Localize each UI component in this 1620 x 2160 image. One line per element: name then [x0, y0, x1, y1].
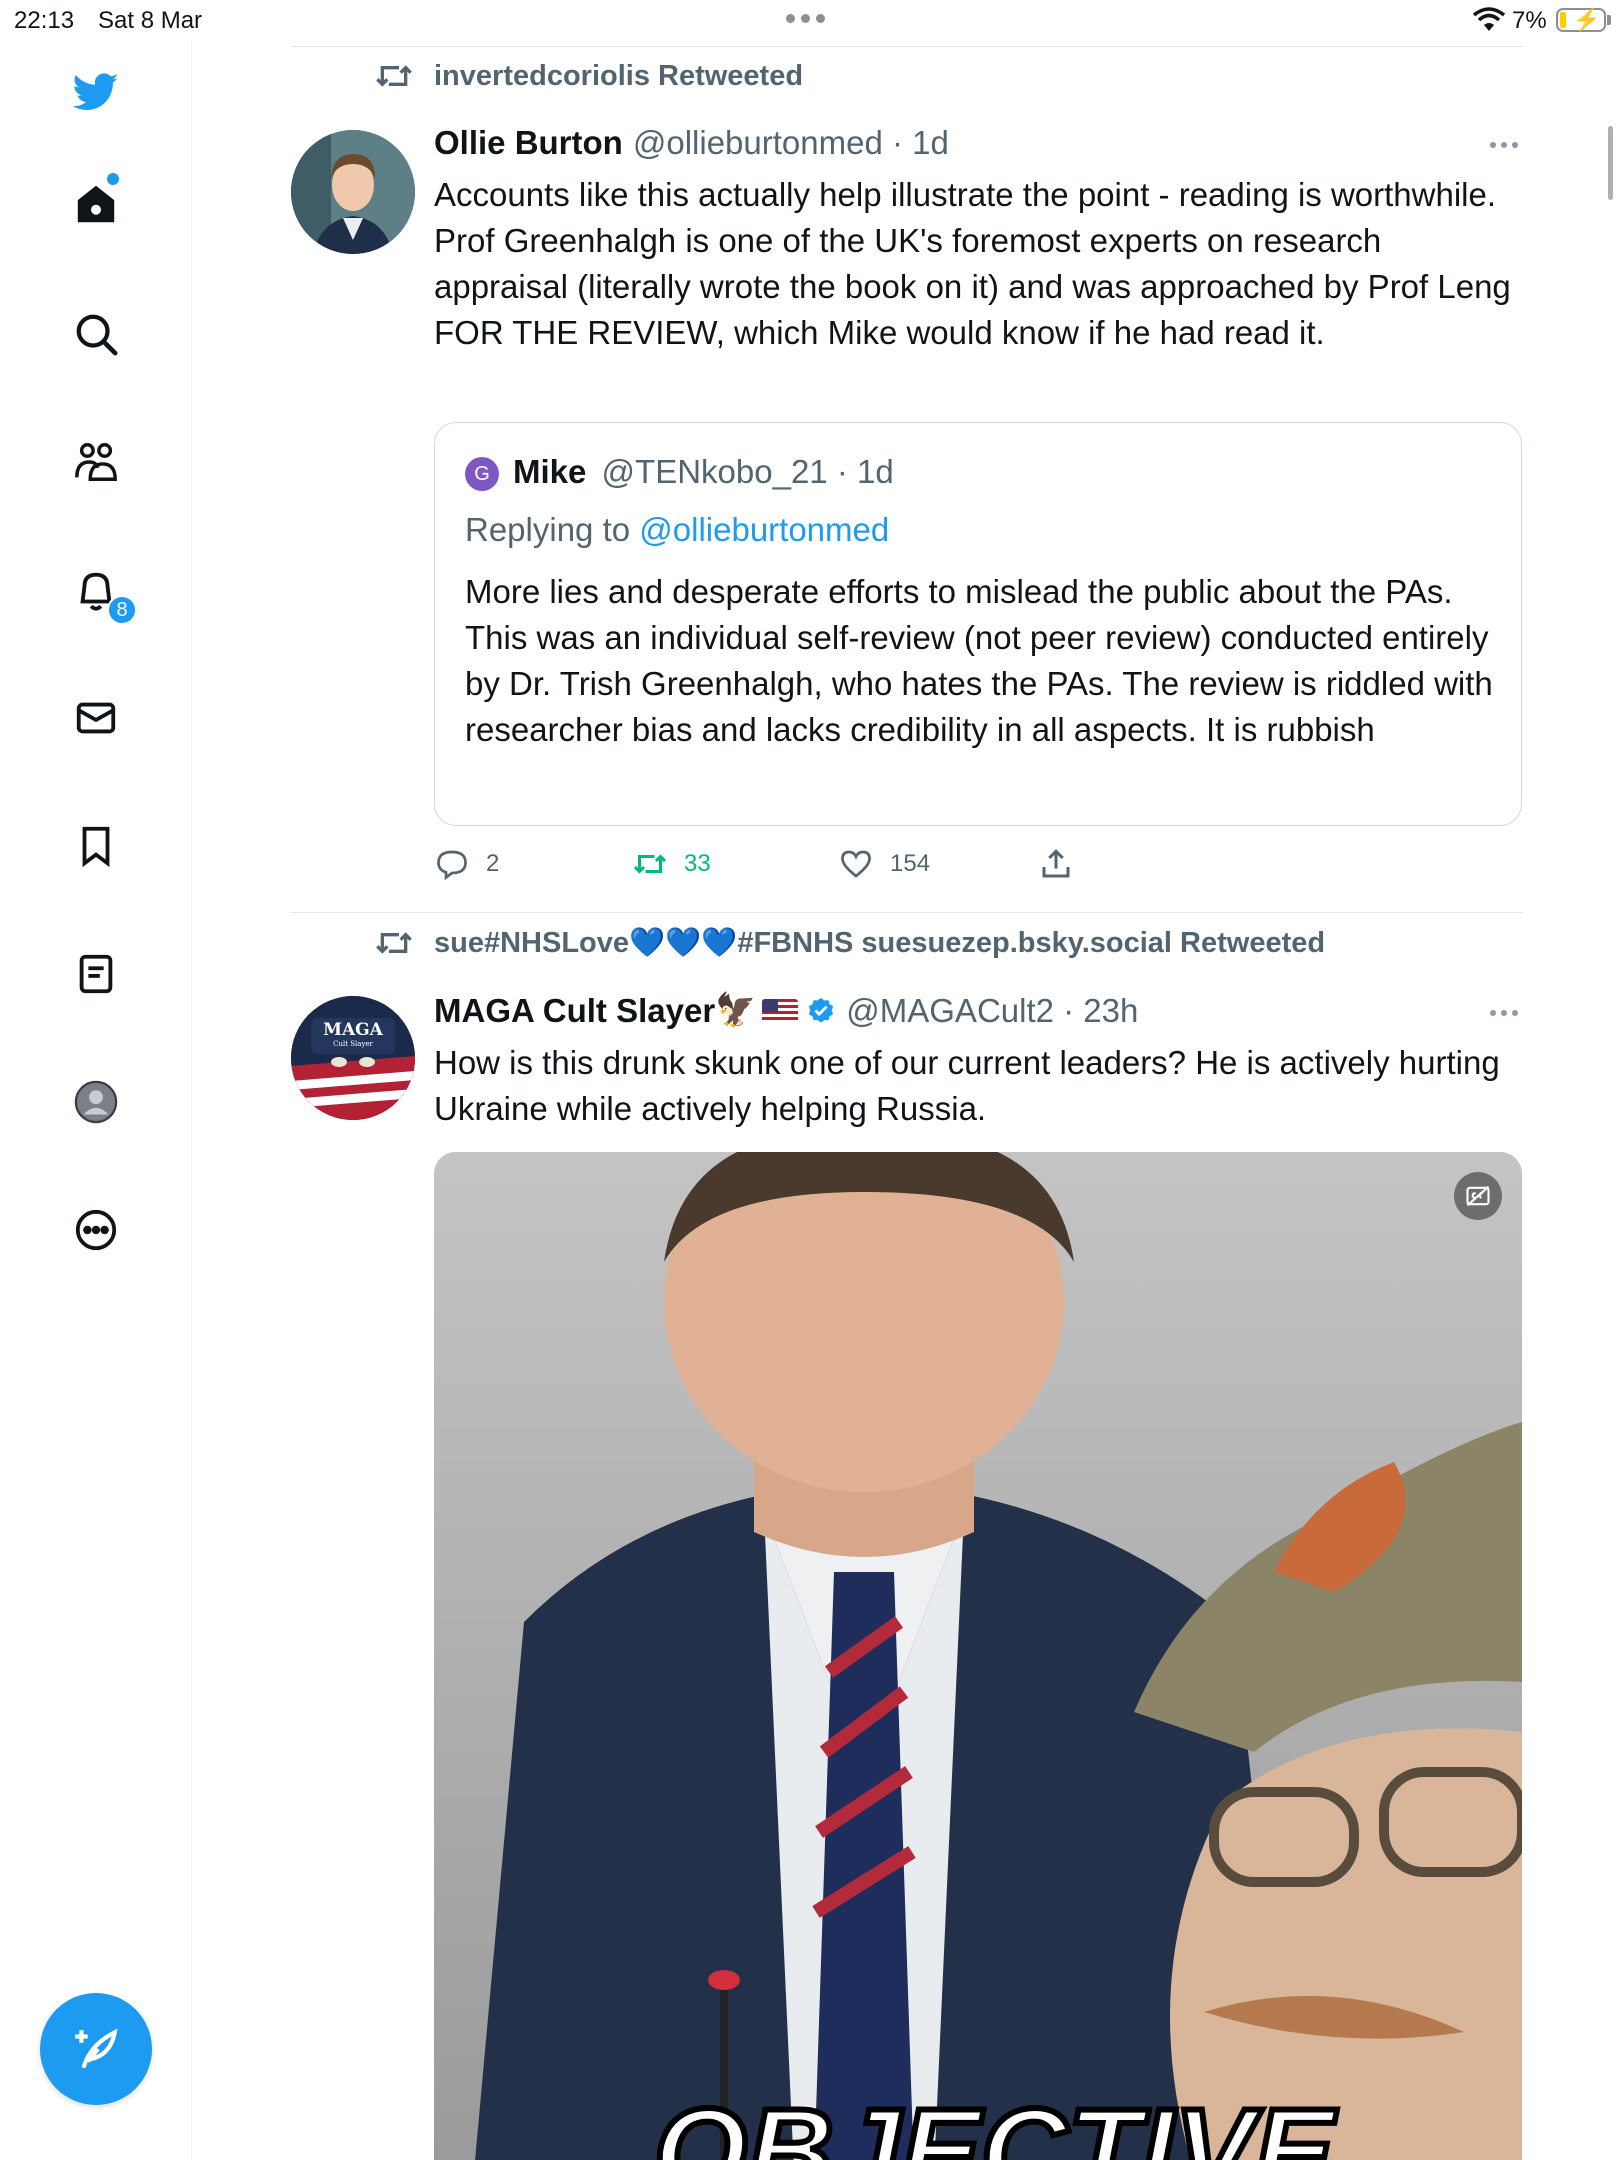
battery-percent: 7% [1512, 7, 1547, 34]
avatar-text: MAGA [323, 1020, 384, 1040]
quoted-author-handle: @TENkobo_21 · 1d [601, 453, 894, 490]
retweeted-by-text[interactable]: invertedcoriolis Retweeted [434, 60, 803, 93]
lists-icon[interactable] [70, 948, 122, 1000]
video-caption-text: OBJECTIVE [654, 2084, 1338, 2160]
compose-tweet-button[interactable] [40, 1993, 152, 2105]
avatar-subtext: Cult Slayer [333, 1040, 373, 1048]
quoted-author-name: Mike [513, 453, 587, 490]
twitter-logo-icon[interactable] [70, 66, 122, 118]
tweet-text: How is this drunk skunk one of our curre… [434, 1044, 1500, 1127]
captions-toggle-button[interactable] [1454, 1172, 1502, 1220]
avatar[interactable] [291, 130, 415, 254]
home-unread-dot [107, 173, 119, 185]
profile-avatar-icon[interactable] [70, 1076, 122, 1128]
quoted-avatar: G [465, 457, 499, 491]
quoted-tweet-text: More lies and desperate efforts to misle… [465, 573, 1493, 748]
author-name[interactable]: MAGA Cult Slayer [434, 992, 715, 1030]
verified-badge-icon [809, 997, 834, 1023]
more-options-icon[interactable] [70, 1204, 122, 1256]
retweet-button[interactable]: 33 [632, 846, 711, 882]
author-name[interactable]: Ollie Burton [434, 124, 623, 162]
like-count: 154 [890, 850, 931, 877]
wifi-icon [1472, 7, 1506, 31]
tweet-text: Accounts like this actually help illustr… [434, 176, 1511, 351]
like-button[interactable]: 154 [838, 846, 930, 882]
search-icon[interactable] [70, 308, 122, 360]
reply-button[interactable]: 2 [434, 846, 499, 882]
home-icon[interactable] [70, 178, 122, 230]
status-date: Sat 8 Mar [98, 7, 203, 34]
tweet-more-icon[interactable] [1490, 1010, 1518, 1016]
communities-icon[interactable] [70, 436, 122, 488]
tweet-author-row: MAGA Cult Slayer 🦅 @MAGACult2 · 23h [434, 991, 1138, 1030]
quoted-author-row: Mike @TENkobo_21 · 1d [513, 453, 894, 491]
author-handle[interactable]: @ollieburtonmed · 1d [633, 124, 949, 162]
retweeted-by-text[interactable]: sue#NHSLove💙💙💙#FBNHS suesuezep.bsky.soci… [434, 926, 1325, 960]
tweet-divider [291, 912, 1523, 913]
timeline-top-divider [291, 46, 1523, 47]
share-button[interactable] [1038, 846, 1074, 882]
app-root: 22:13 Sat 8 Mar 7% ⚡ 8 invertedcoriolis … [0, 0, 1620, 2160]
tweet-more-icon[interactable] [1490, 142, 1518, 148]
reply-icon [437, 850, 467, 881]
retweet-icon [376, 65, 412, 87]
reply-count: 2 [486, 850, 500, 877]
retweet-count: 33 [684, 850, 711, 877]
replying-to-link[interactable]: @ollieburtonmed [639, 511, 889, 548]
bookmarks-icon[interactable] [70, 820, 122, 872]
notifications-badge-count: 8 [116, 598, 128, 621]
replying-to-prefix: Replying to [465, 511, 640, 548]
status-bar: 22:13 Sat 8 Mar 7% ⚡ [0, 0, 1620, 40]
tweet-author-row: Ollie Burton @ollieburtonmed · 1d [434, 124, 949, 162]
tweet-video-media[interactable]: OBJECTIVE [434, 1152, 1522, 2160]
notifications-badge: 8 [107, 595, 137, 625]
tweet-actions: 2 33 154 [434, 846, 1134, 886]
retweet-icon [633, 854, 667, 874]
author-name-emoji: 🦅 [715, 991, 757, 1028]
quoted-replying-to: Replying to @ollieburtonmed [465, 511, 889, 549]
compose-feather-icon [75, 2028, 118, 2069]
scrollbar[interactable] [1608, 126, 1613, 200]
sidebar: 8 [0, 40, 192, 2160]
closed-captions-icon [1466, 1185, 1490, 1207]
us-flag-icon [762, 998, 799, 1023]
video-frame: OBJECTIVE [434, 1152, 1522, 2160]
battery-icon: ⚡ [1556, 7, 1606, 32]
quoted-tweet-card[interactable]: G Mike @TENkobo_21 · 1d Replying to @oll… [434, 422, 1522, 826]
share-icon [1042, 849, 1070, 878]
status-time: 22:13 [14, 7, 75, 34]
messages-envelope-icon[interactable] [70, 692, 122, 744]
retweet-icon [376, 932, 412, 954]
author-handle[interactable]: @MAGACult2 · 23h [846, 992, 1138, 1030]
avatar[interactable]: MAGA Cult Slayer [291, 996, 415, 1120]
multitasking-dots-icon[interactable] [786, 14, 825, 23]
heart-icon [841, 850, 871, 878]
